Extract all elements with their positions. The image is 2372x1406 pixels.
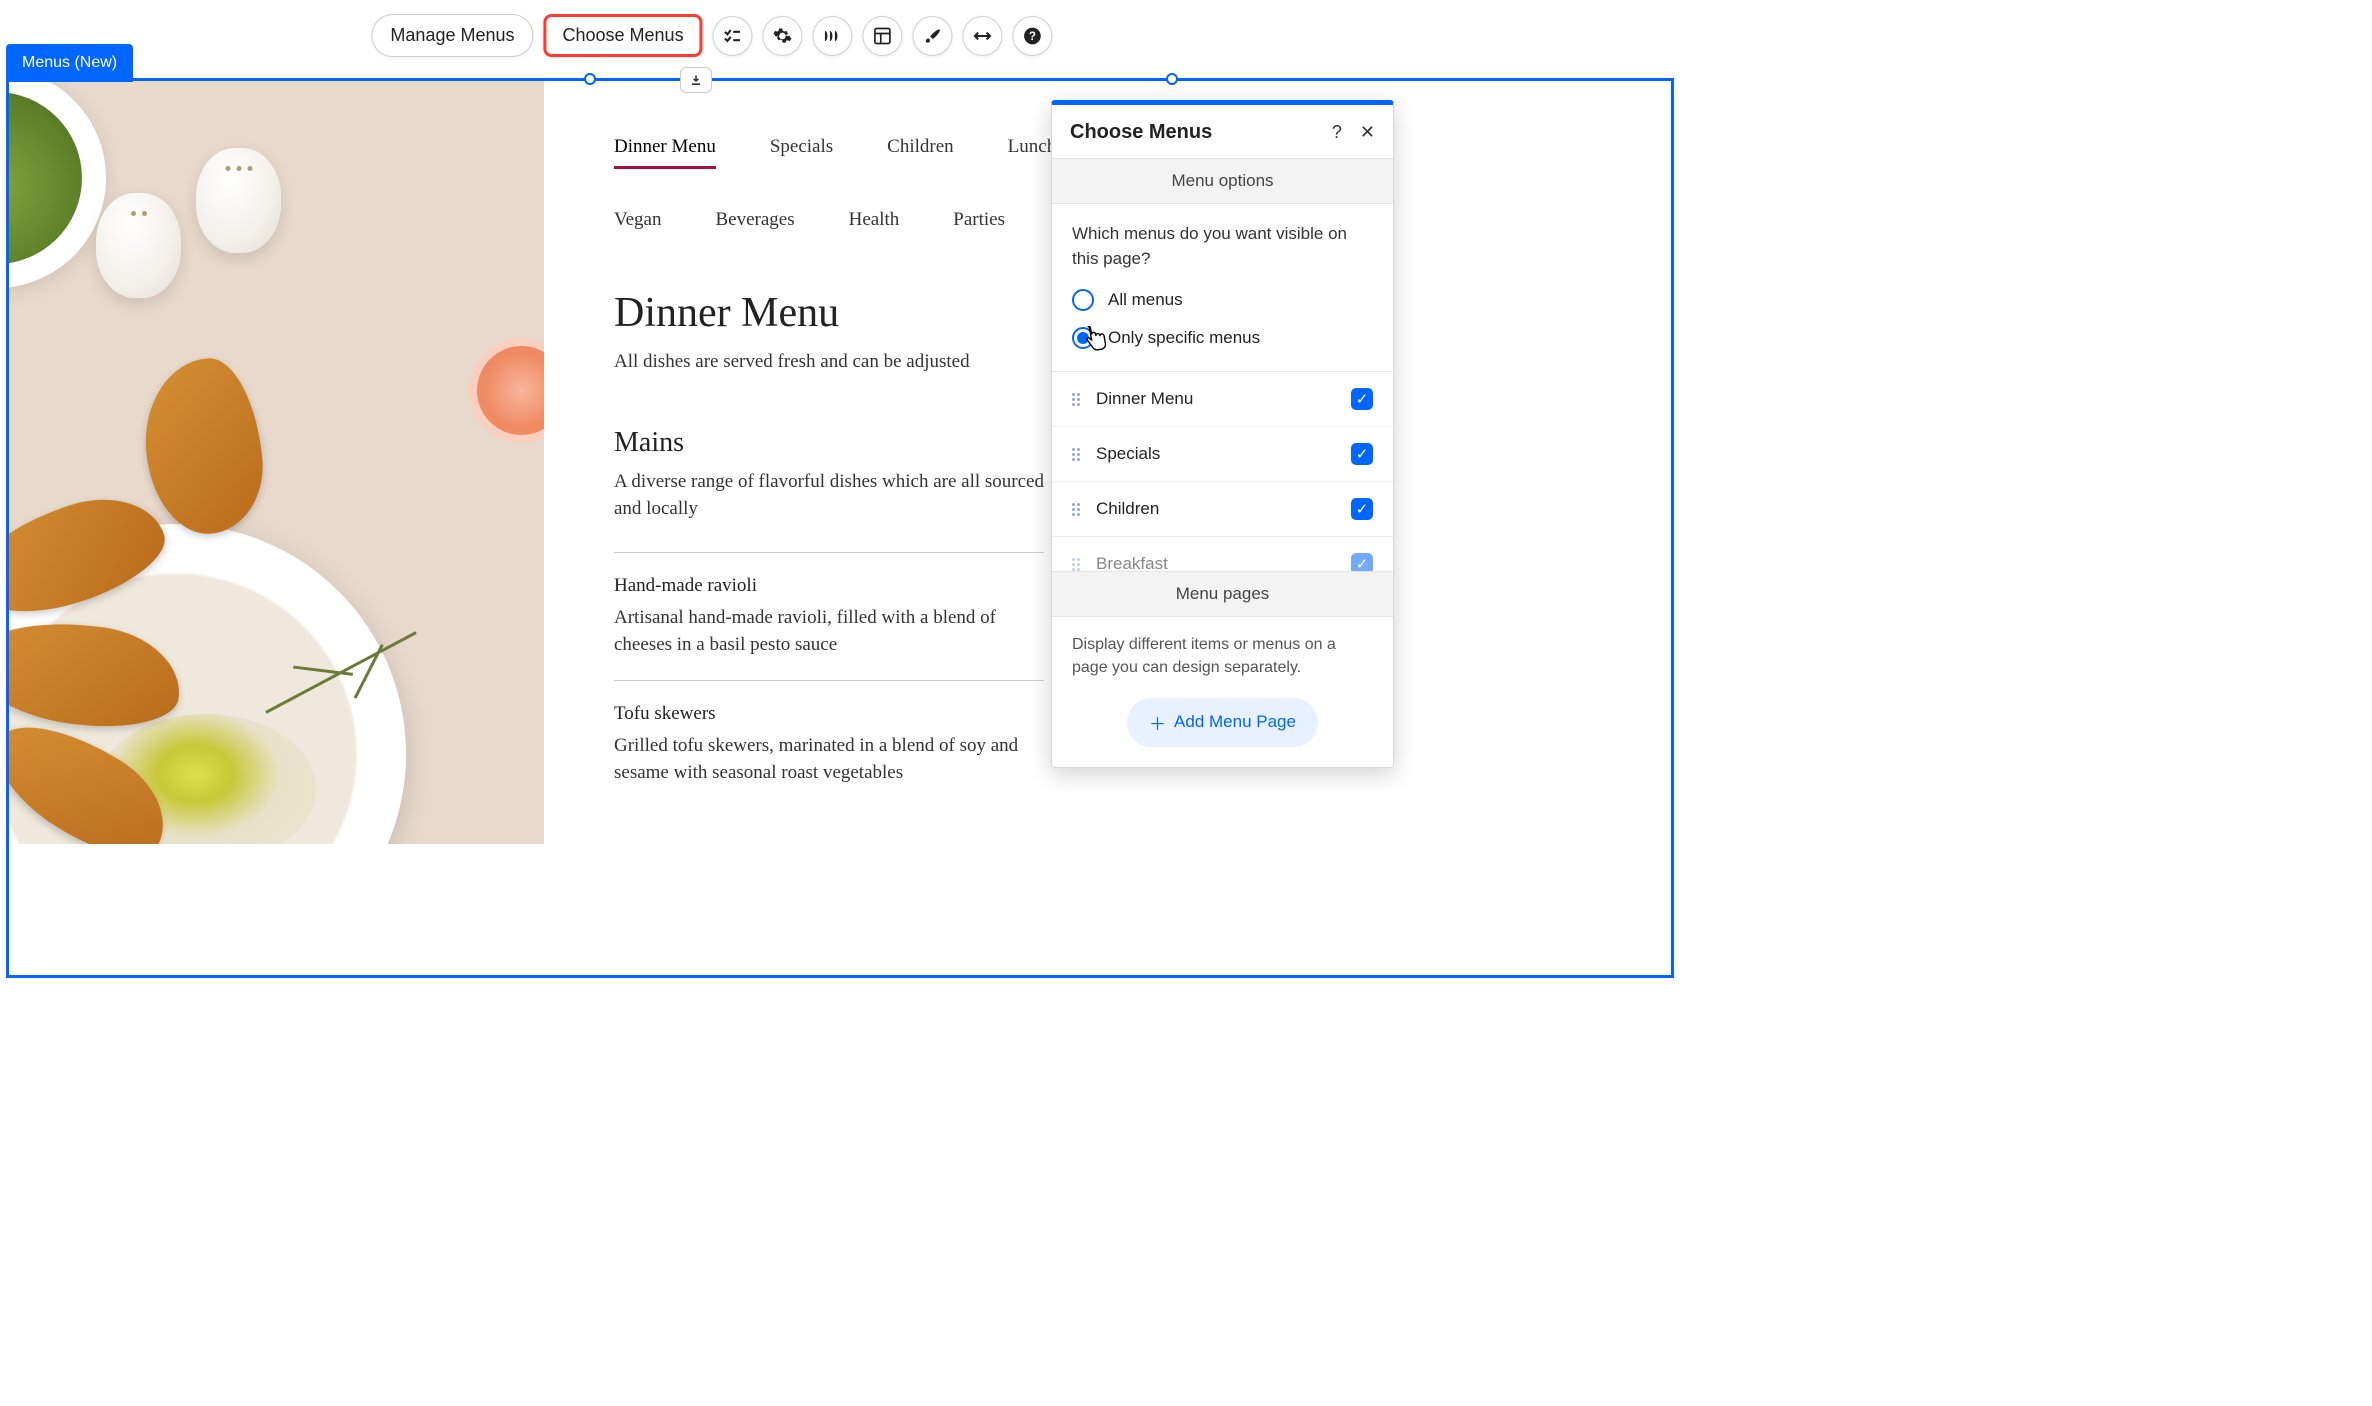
checkbox[interactable]: ✓ bbox=[1351, 388, 1373, 410]
close-icon[interactable]: ✕ bbox=[1360, 122, 1375, 143]
radio-label: Only specific menus bbox=[1108, 328, 1260, 348]
menu-row[interactable]: Dinner Menu ✓ bbox=[1052, 372, 1393, 427]
menu-row[interactable]: Children ✓ bbox=[1052, 482, 1393, 537]
drag-handle-icon[interactable] bbox=[1072, 393, 1082, 406]
panel-header: Choose Menus ? ✕ bbox=[1052, 105, 1393, 158]
checkbox[interactable]: ✓ bbox=[1351, 443, 1373, 465]
menu-row[interactable]: Specials ✓ bbox=[1052, 427, 1393, 482]
tab-health[interactable]: Health bbox=[849, 209, 900, 239]
add-menu-page-button[interactable]: ＋ Add Menu Page bbox=[1127, 698, 1318, 747]
tab-dinner[interactable]: Dinner Menu bbox=[614, 136, 716, 169]
drag-handle-icon[interactable] bbox=[1072, 503, 1082, 516]
stretch-icon[interactable] bbox=[963, 16, 1003, 56]
add-button-label: Add Menu Page bbox=[1174, 712, 1296, 732]
choose-menus-panel: Choose Menus ? ✕ Menu options Which menu… bbox=[1051, 100, 1394, 768]
tab-children[interactable]: Children bbox=[887, 136, 954, 169]
svg-text:?: ? bbox=[1029, 30, 1036, 43]
drag-handle-icon[interactable] bbox=[1072, 558, 1082, 571]
checkbox[interactable]: ✓ bbox=[1351, 553, 1373, 571]
menu-row[interactable]: Breakfast ✓ bbox=[1052, 537, 1393, 571]
panel-title: Choose Menus bbox=[1070, 121, 1212, 144]
brush-icon[interactable] bbox=[913, 16, 953, 56]
floating-toolbar: Manage Menus Choose Menus ? bbox=[371, 14, 1052, 57]
item-desc: Grilled tofu skewers, marinated in a ble… bbox=[614, 733, 1044, 786]
tab-lunch[interactable]: Lunch bbox=[1008, 136, 1057, 169]
menu-tabs: Dinner Menu Specials Children Lunch Vega… bbox=[614, 136, 1114, 239]
section-head-pages: Menu pages bbox=[1052, 571, 1393, 617]
radio-specific-menus[interactable]: Only specific menus bbox=[1072, 327, 1373, 349]
visibility-question: Which menus do you want visible on this … bbox=[1072, 222, 1373, 271]
plus-icon: ＋ bbox=[1149, 710, 1166, 735]
checkbox[interactable]: ✓ bbox=[1351, 498, 1373, 520]
manage-menus-button[interactable]: Manage Menus bbox=[371, 14, 533, 57]
menu-row-label: Breakfast bbox=[1096, 554, 1337, 571]
layers-icon[interactable] bbox=[813, 16, 853, 56]
selection-tag[interactable]: Menus (New) bbox=[6, 44, 133, 82]
menu-row-label: Specials bbox=[1096, 444, 1337, 464]
section-subtitle: A diverse range of flavorful dishes whic… bbox=[614, 469, 1044, 522]
panel-body-options: Which menus do you want visible on this … bbox=[1052, 204, 1393, 371]
tab-beverages[interactable]: Beverages bbox=[715, 209, 794, 239]
help-icon[interactable]: ? bbox=[1013, 16, 1053, 56]
download-icon[interactable] bbox=[680, 67, 712, 93]
tab-vegan[interactable]: Vegan bbox=[614, 209, 661, 239]
menu-checklist: Dinner Menu ✓ Specials ✓ Children ✓ Brea… bbox=[1052, 371, 1393, 571]
panel-help-icon[interactable]: ? bbox=[1332, 122, 1342, 143]
layout-icon[interactable] bbox=[863, 16, 903, 56]
drag-handle-icon[interactable] bbox=[1072, 448, 1082, 461]
tab-specials[interactable]: Specials bbox=[770, 136, 833, 169]
divider bbox=[614, 680, 1044, 681]
pages-description: Display different items or menus on a pa… bbox=[1052, 617, 1393, 697]
checklist-icon[interactable] bbox=[713, 16, 753, 56]
menu-row-label: Children bbox=[1096, 499, 1337, 519]
gear-icon[interactable] bbox=[763, 16, 803, 56]
radio-label: All menus bbox=[1108, 290, 1183, 310]
divider bbox=[614, 552, 1044, 553]
choose-menus-button[interactable]: Choose Menus bbox=[544, 14, 703, 57]
item-desc: Artisanal hand-made ravioli, filled with… bbox=[614, 605, 1044, 658]
section-head-options: Menu options bbox=[1052, 158, 1393, 204]
radio-all-menus[interactable]: All menus bbox=[1072, 289, 1373, 311]
menu-photo bbox=[6, 78, 544, 844]
menu-row-label: Dinner Menu bbox=[1096, 389, 1337, 409]
tab-parties[interactable]: Parties bbox=[953, 209, 1005, 239]
